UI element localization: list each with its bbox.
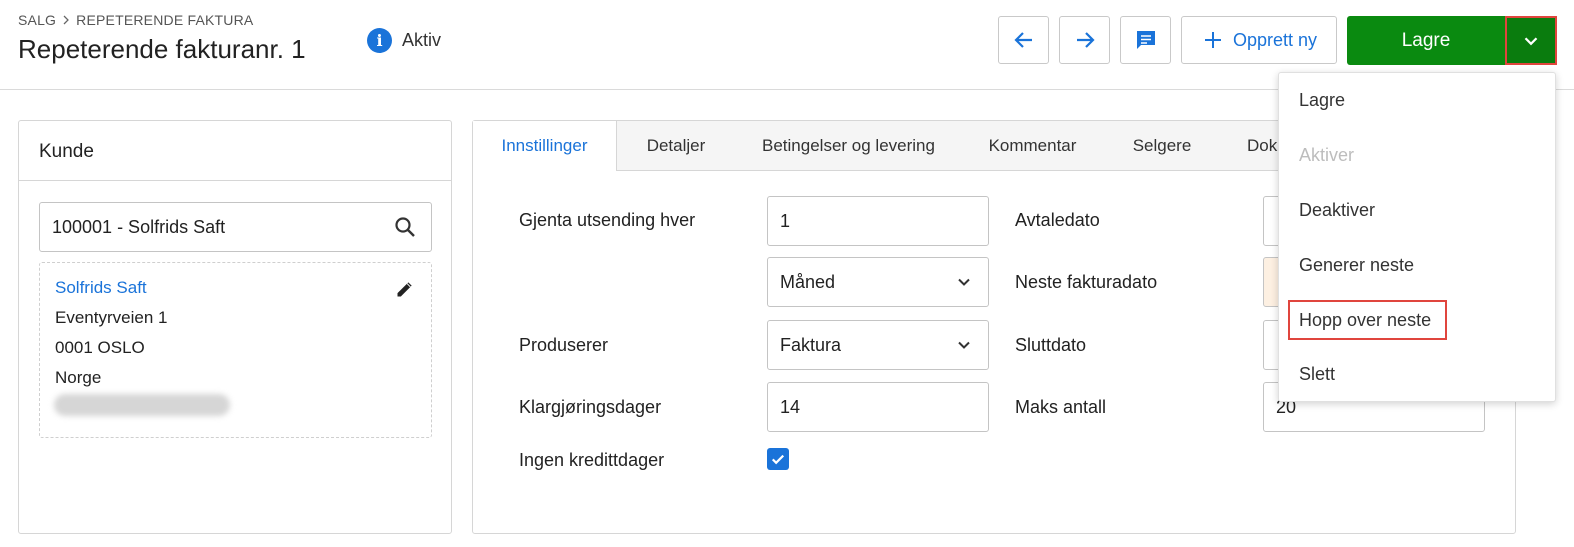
menu-item-activate: Aktiver xyxy=(1299,145,1355,165)
previous-button[interactable] xyxy=(998,16,1049,64)
period-select[interactable]: Måned xyxy=(767,257,989,307)
comment-button[interactable] xyxy=(1120,16,1171,64)
customer-address-line: Eventyrveien 1 xyxy=(55,308,168,327)
chevron-right-icon xyxy=(63,15,70,25)
prep-days-label: Klargjøringsdager xyxy=(519,397,662,417)
breadcrumb-current: REPETERENDE FAKTURA xyxy=(76,12,254,28)
no-credit-checkbox[interactable] xyxy=(767,448,789,470)
no-credit-label: Ingen kredittdager xyxy=(519,450,665,470)
check-icon xyxy=(771,454,785,465)
save-options-button[interactable] xyxy=(1505,16,1557,65)
chevron-down-icon xyxy=(958,278,970,286)
repeat-interval-input[interactable]: 1 xyxy=(767,196,989,246)
page-title: Repeterende fakturanr. 1 xyxy=(18,34,306,64)
customer-postal-line: 0001 OSLO xyxy=(55,338,145,357)
customer-card: Solfrids Saft Eventyrveien 1 0001 OSLO N… xyxy=(39,262,432,438)
next-button[interactable] xyxy=(1059,16,1110,64)
edit-icon[interactable] xyxy=(395,279,415,299)
produces-label: Produserer xyxy=(519,335,609,355)
customer-panel-title: Kunde xyxy=(39,141,94,162)
customer-name-link[interactable]: Solfrids Saft xyxy=(55,278,147,298)
info-icon: i xyxy=(367,28,392,53)
customer-panel-header: Kunde xyxy=(19,121,451,181)
customer-country-line: Norge xyxy=(55,368,102,387)
save-options-menu: Lagre Aktiver Deaktiver Generer neste Ho… xyxy=(1278,72,1556,402)
prep-days-value: 14 xyxy=(780,397,801,417)
prep-days-input[interactable]: 14 xyxy=(767,382,989,432)
menu-item-deactivate[interactable]: Deaktiver xyxy=(1299,200,1375,221)
tab-details[interactable]: Detaljer xyxy=(616,121,736,170)
save-button[interactable]: Lagre xyxy=(1347,16,1505,65)
breadcrumb-root[interactable]: SALG xyxy=(18,12,56,28)
chevron-down-icon xyxy=(958,341,970,349)
arrow-left-icon xyxy=(1013,32,1032,48)
repeat-interval-value: 1 xyxy=(780,211,791,231)
redacted-contact xyxy=(54,394,230,416)
tab-settings[interactable]: Innstillinger xyxy=(473,121,617,171)
tab-sellers[interactable]: Selgere xyxy=(1104,121,1220,170)
search-icon[interactable] xyxy=(393,215,417,239)
create-new-button[interactable]: Opprett ny xyxy=(1181,16,1337,64)
arrow-right-icon xyxy=(1076,32,1095,48)
menu-item-generate-next[interactable]: Generer neste xyxy=(1299,255,1414,276)
chevron-down-icon xyxy=(1524,36,1538,45)
produces-select[interactable]: Faktura xyxy=(767,320,989,370)
comment-icon xyxy=(1136,31,1155,49)
customer-search-value: 100001 - Solfrids Saft xyxy=(52,217,226,237)
agreement-date-label: Avtaledato xyxy=(1015,210,1100,230)
customer-panel: Kunde 100001 - Solfrids Saft Solfrids Sa… xyxy=(18,120,452,534)
create-new-label: Opprett ny xyxy=(1232,29,1318,50)
menu-item-skip-next[interactable]: Hopp over neste xyxy=(1299,310,1431,331)
breadcrumb: SALG REPETERENDE FAKTURA xyxy=(18,12,253,28)
customer-search-input[interactable]: 100001 - Solfrids Saft xyxy=(39,202,432,252)
menu-item-save[interactable]: Lagre xyxy=(1299,90,1345,111)
status-label: Aktiv xyxy=(402,30,442,50)
menu-item-delete[interactable]: Slett xyxy=(1299,364,1335,385)
max-count-label: Maks antall xyxy=(1015,397,1107,417)
end-date-label: Sluttdato xyxy=(1015,335,1087,355)
period-value: Måned xyxy=(780,272,836,292)
plus-icon xyxy=(1204,32,1221,48)
status-indicator: i Aktiv xyxy=(367,28,441,53)
next-invoice-date-label: Neste fakturadato xyxy=(1015,272,1158,292)
repeat-label: Gjenta utsending hver xyxy=(519,210,696,230)
tab-terms-delivery[interactable]: Betingelser og levering xyxy=(736,121,961,170)
produces-value: Faktura xyxy=(780,335,842,355)
tab-comment[interactable]: Kommentar xyxy=(961,121,1104,170)
